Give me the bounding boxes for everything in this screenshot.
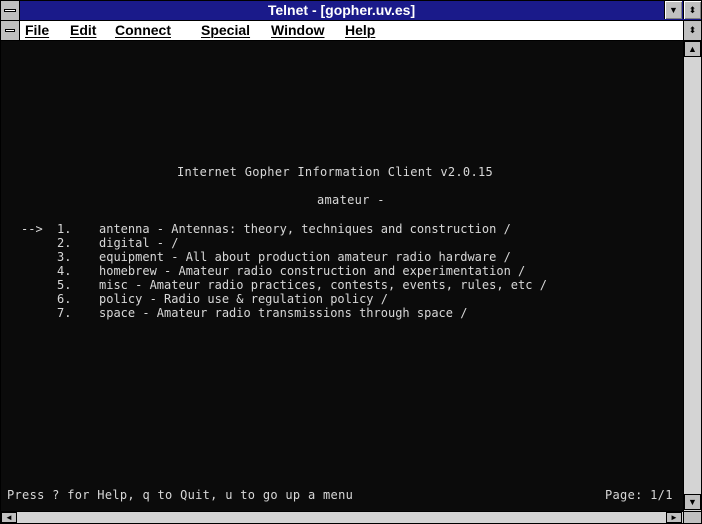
telnet-window: Telnet - [gopher.uv.es] ▼ ⬍ File Edit Co…: [0, 0, 702, 524]
entry-text: homebrew - Amateur radio construction an…: [99, 264, 526, 278]
vertical-scrollbar[interactable]: ▲ ▼: [683, 41, 701, 511]
entry-number: 4.: [57, 264, 72, 278]
window-title: Telnet - [gopher.uv.es]: [267, 2, 416, 18]
scroll-up-button[interactable]: ▲: [684, 41, 701, 57]
system-menu-icon: [4, 9, 16, 12]
client-title: Internet Gopher Information Client v2.0.…: [177, 165, 494, 179]
gopher-entry[interactable]: 2. digital - /: [21, 236, 178, 250]
entry-number: 1.: [57, 222, 72, 236]
entry-text: equipment - All about production amateur…: [99, 250, 511, 264]
menu-window[interactable]: Window: [271, 21, 325, 40]
menu-edit[interactable]: Edit: [70, 21, 96, 40]
directory-title: amateur -: [317, 193, 385, 207]
directory-name: amateur: [317, 193, 370, 207]
scroll-left-button[interactable]: ◄: [1, 512, 17, 523]
minimize-icon: ▼: [669, 5, 678, 15]
entry-number: 2.: [57, 236, 72, 250]
arrow-down-icon: ▼: [688, 497, 697, 507]
arrow-up-icon: ▲: [688, 44, 697, 54]
title-bar[interactable]: Telnet - [gopher.uv.es] ▼ ⬍: [1, 1, 701, 21]
entry-text: misc - Amateur radio practices, contests…: [99, 278, 547, 292]
horizontal-scrollbar[interactable]: ◄ ►: [1, 511, 683, 523]
gopher-entry[interactable]: 7. space - Amateur radio transmissions th…: [21, 306, 467, 320]
system-menu-button[interactable]: [1, 1, 20, 20]
gopher-entry[interactable]: 5. misc - Amateur radio practices, contes…: [21, 278, 547, 292]
gopher-entry[interactable]: 3. equipment - All about production amate…: [21, 250, 511, 264]
entry-number: 7.: [57, 306, 72, 320]
entry-number: 5.: [57, 278, 72, 292]
arrow-left-icon: ◄: [5, 513, 13, 522]
menu-file[interactable]: File: [25, 21, 49, 40]
document-system-menu-button[interactable]: [1, 21, 20, 40]
scrollbar-corner: [683, 511, 701, 523]
maximize-button[interactable]: ⬍: [683, 1, 701, 19]
scroll-down-button[interactable]: ▼: [684, 494, 701, 510]
entry-text: space - Amateur radio transmissions thro…: [99, 306, 468, 320]
entry-text: policy - Radio use & regulation policy /: [99, 292, 388, 306]
entry-text: antenna - Antennas: theory, techniques a…: [99, 222, 511, 236]
menu-help[interactable]: Help: [345, 21, 375, 40]
gopher-entry[interactable]: 4. homebrew - Amateur radio construction …: [21, 264, 525, 278]
entry-number: 6.: [57, 292, 72, 306]
menu-connect[interactable]: Connect: [115, 21, 171, 40]
entry-number: 3.: [57, 250, 72, 264]
selection-arrow: -->: [21, 222, 43, 236]
entry-text: digital - /: [99, 236, 179, 250]
restore-icon: ⬍: [688, 25, 697, 35]
menu-bar: File Edit Connect Special Window Help ⬍: [1, 21, 701, 41]
arrow-right-icon: ►: [670, 513, 678, 522]
terminal-screen[interactable]: Internet Gopher Information Client v2.0.…: [1, 41, 683, 511]
status-help-line: Press ? for Help, q to Quit, u to go up …: [7, 488, 354, 502]
gopher-entry[interactable]: 6. policy - Radio use & regulation policy…: [21, 292, 388, 306]
page-indicator: Page: 1/1: [605, 488, 673, 502]
document-restore-button[interactable]: ⬍: [683, 21, 701, 40]
document-system-menu-icon: [5, 29, 15, 32]
gopher-entry[interactable]: --> 1. antenna - Antennas: theory, techniq…: [21, 222, 511, 236]
scroll-right-button[interactable]: ►: [666, 512, 682, 523]
minimize-button[interactable]: ▼: [664, 1, 682, 19]
menu-special[interactable]: Special: [201, 21, 250, 40]
maximize-icon: ⬍: [688, 5, 697, 15]
